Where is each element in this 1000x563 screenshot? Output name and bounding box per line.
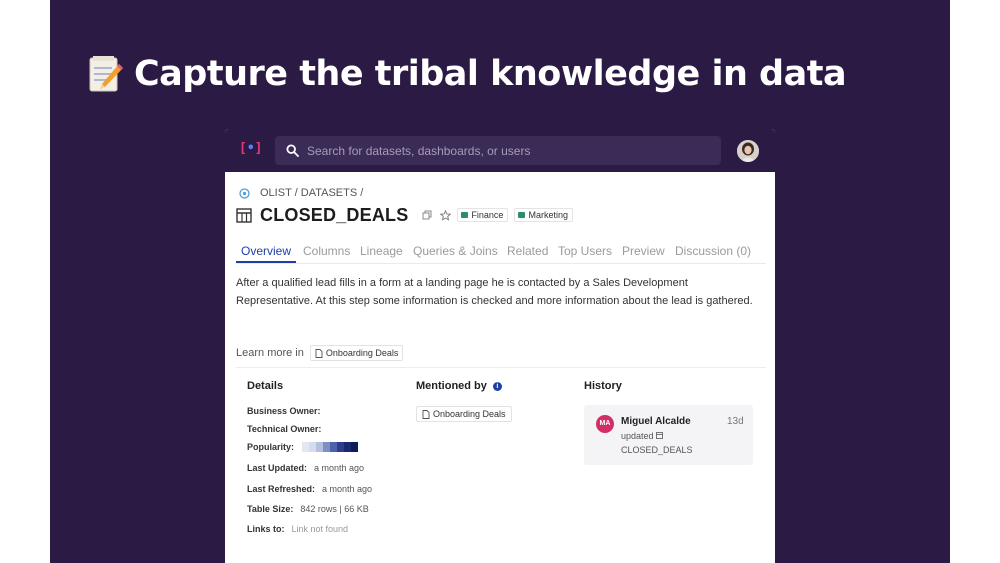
document-icon — [422, 409, 430, 419]
mentioned-by-heading: Mentioned by i — [416, 380, 502, 392]
headline-title: Capture the tribal knowledge in data — [134, 54, 847, 94]
logo-dot: • — [246, 141, 255, 156]
history-action: updated — [621, 431, 663, 441]
top-bar: [•] Search for datasets, dashboards, or … — [225, 129, 775, 172]
section-divider — [236, 367, 766, 368]
field-label: Popularity: — [247, 442, 295, 452]
search-placeholder: Search for datasets, dashboards, or user… — [307, 143, 531, 158]
table-size-field: Table Size: 842 rows | 66 KB — [247, 504, 369, 514]
field-label: Links to: — [247, 524, 285, 534]
learn-more-label: Learn more in — [236, 347, 304, 359]
field-label: Last Refreshed: — [247, 484, 316, 494]
field-value: a month ago — [322, 484, 373, 494]
history-action-text: updated — [621, 431, 654, 441]
doc-label: Onboarding Deals — [325, 348, 399, 358]
popularity-bar — [302, 442, 359, 452]
info-icon[interactable]: i — [492, 381, 502, 391]
app-logo[interactable]: [•] — [239, 141, 262, 156]
copy-icon[interactable] — [422, 210, 432, 220]
search-icon — [286, 144, 299, 157]
tab-discussion[interactable]: Discussion (0) — [675, 244, 751, 258]
history-heading: History — [584, 380, 622, 392]
tag-icon — [461, 212, 469, 218]
history-time: 13d — [727, 416, 744, 427]
popularity-field: Popularity: — [247, 442, 359, 452]
tag-label: Finance — [471, 210, 504, 220]
field-value: 842 rows | 66 KB — [300, 504, 369, 514]
tab-top-users[interactable]: Top Users — [558, 244, 612, 258]
history-user[interactable]: Miguel Alcalde — [621, 416, 691, 427]
user-avatar[interactable] — [737, 140, 759, 162]
field-value: a month ago — [314, 463, 365, 473]
history-item[interactable]: MA Miguel Alcalde 13d updated CLOSED_DEA… — [584, 405, 753, 465]
last-updated-field: Last Updated: a month ago — [247, 463, 364, 473]
tab-columns[interactable]: Columns — [303, 244, 350, 258]
active-tab-indicator — [236, 261, 296, 263]
tag-label: Marketing — [528, 210, 568, 220]
dataset-description: After a qualified lead fills in a form a… — [236, 277, 753, 307]
database-icon — [239, 187, 250, 199]
tab-overview[interactable]: Overview — [241, 244, 291, 258]
title-row: CLOSED_DEALS Finance Marketing — [236, 204, 573, 226]
logo-bracket-right: ] — [254, 141, 263, 156]
details-heading: Details — [247, 380, 284, 392]
mentioned-by-label: Mentioned by — [416, 380, 487, 392]
tag-marketing[interactable]: Marketing — [514, 208, 573, 222]
breadcrumb-path[interactable]: OLIST / DATASETS / — [260, 187, 363, 199]
doc-label: Onboarding Deals — [433, 409, 506, 419]
field-label: Business Owner: — [247, 406, 321, 416]
field-label: Table Size: — [247, 504, 294, 514]
tab-lineage[interactable]: Lineage — [360, 244, 403, 258]
search-input[interactable]: Search for datasets, dashboards, or user… — [275, 136, 721, 165]
document-icon — [315, 348, 323, 358]
field-label: Last Updated: — [247, 463, 308, 473]
logo-bracket-left: [ — [239, 141, 247, 156]
headline: Capture the tribal knowledge in data — [88, 49, 847, 99]
learn-more-doc-link[interactable]: Onboarding Deals — [309, 345, 404, 361]
history-avatar: MA — [596, 415, 614, 433]
table-icon — [236, 207, 252, 223]
tab-related[interactable]: Related — [507, 244, 548, 258]
technical-owner-field: Technical Owner: — [247, 424, 321, 434]
links-to-field: Links to: Link not found — [247, 524, 348, 534]
table-icon — [656, 432, 663, 439]
tag-icon — [518, 212, 526, 218]
page-title: CLOSED_DEALS — [260, 204, 409, 225]
breadcrumb: OLIST / DATASETS / — [239, 187, 363, 199]
history-target[interactable]: CLOSED_DEALS — [621, 445, 693, 455]
star-icon[interactable] — [440, 209, 452, 221]
tab-bar: Overview Columns Lineage Queries & Joins… — [236, 241, 766, 264]
tab-preview[interactable]: Preview — [622, 244, 665, 258]
learn-more: Learn more in Onboarding Deals — [236, 345, 404, 361]
last-refreshed-field: Last Refreshed: a month ago — [247, 484, 372, 494]
tag-finance[interactable]: Finance — [457, 208, 509, 222]
app-window: [•] Search for datasets, dashboards, or … — [225, 129, 775, 563]
business-owner-field: Business Owner: — [247, 406, 321, 416]
mentioned-by-doc-link[interactable]: Onboarding Deals — [416, 406, 512, 422]
tab-queries-joins[interactable]: Queries & Joins — [413, 244, 498, 258]
field-label: Technical Owner: — [247, 424, 322, 434]
field-value: Link not found — [291, 524, 349, 534]
memo-icon — [88, 54, 124, 94]
